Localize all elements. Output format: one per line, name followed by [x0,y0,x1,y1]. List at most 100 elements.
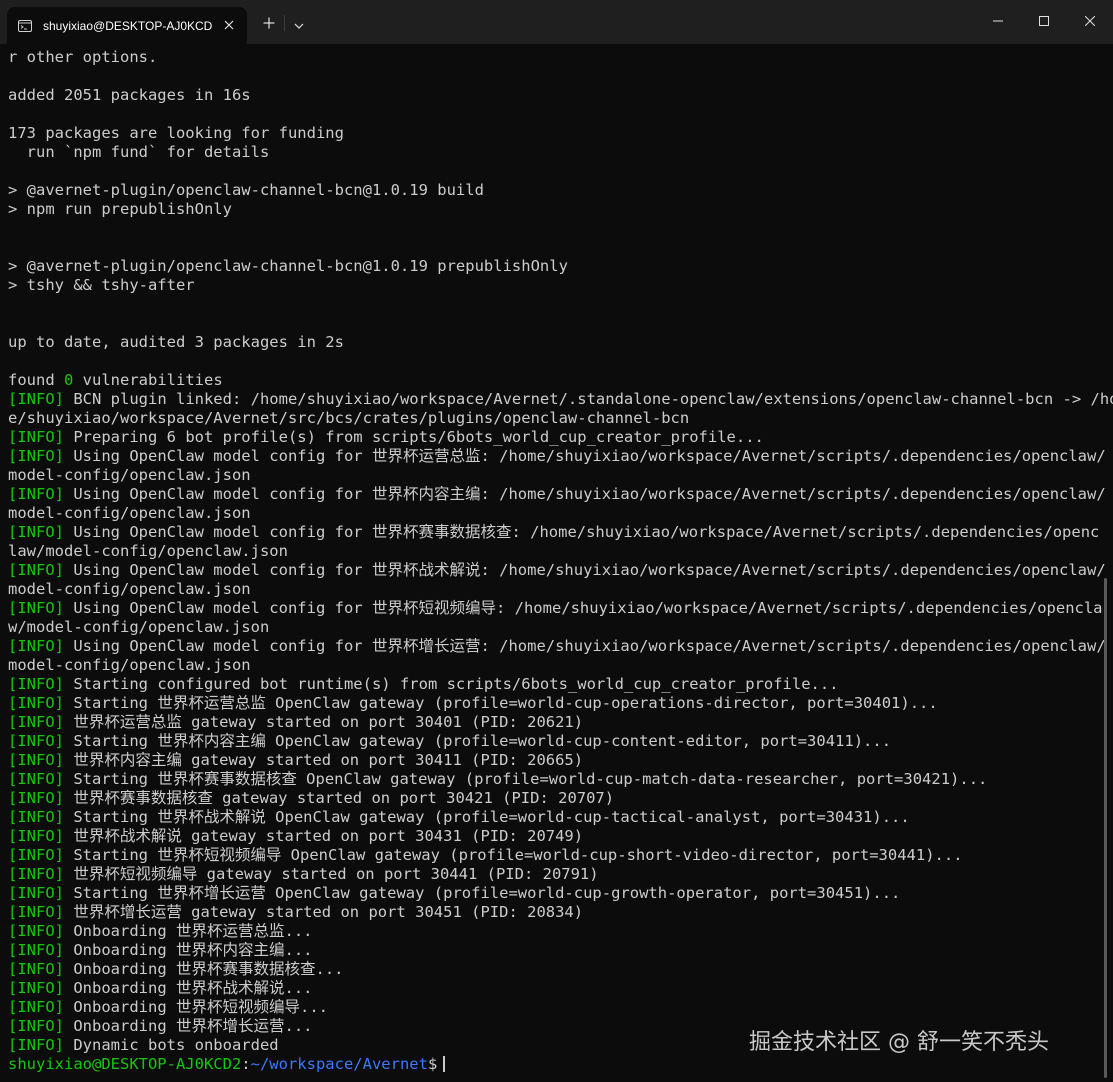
line-text: Using OpenClaw model config for 世界杯内容主编:… [64,485,1106,503]
terminal-line: model-config/openclaw.json [8,504,1113,523]
minimize-button[interactable] [975,0,1021,40]
new-tab-button[interactable] [258,12,280,34]
terminal-line: [INFO] Onboarding 世界杯短视频编导... [8,998,1113,1017]
line-text: 世界杯赛事数据核查 gateway started on port 30421 … [64,789,615,807]
line-text: Starting 世界杯增长运营 OpenClaw gateway (profi… [64,884,901,902]
line-text: Starting 世界杯内容主编 OpenClaw gateway (profi… [64,732,892,750]
terminal-line: [INFO] Starting 世界杯赛事数据核查 OpenClaw gatew… [8,770,1113,789]
line-text: run `npm fund` for details [8,143,270,161]
line-text: 世界杯内容主编 gateway started on port 30411 (P… [64,751,584,769]
log-level-tag: [INFO] [8,770,64,788]
terminal-line: r other options. [8,48,1113,67]
watermark: 掘金技术社区 @ 舒一笑不秃头 [749,1030,1049,1055]
log-level-tag: 0 [64,371,74,389]
line-text: law/model-config/openclaw.json [8,542,288,560]
line-text: found [8,371,64,389]
terminal-line: [INFO] Onboarding 世界杯赛事数据核查... [8,960,1113,979]
terminal-line: > @avernet-plugin/openclaw-channel-bcn@1… [8,257,1113,276]
terminal-line: [INFO] 世界杯增长运营 gateway started on port 3… [8,903,1113,922]
terminal-line: run `npm fund` for details [8,143,1113,162]
divider [284,15,285,31]
line-text: r other options. [8,48,158,66]
terminal-line: [INFO] Starting 世界杯运营总监 OpenClaw gateway… [8,694,1113,713]
line-text: Dynamic bots onboarded [64,1036,279,1054]
log-level-tag: [INFO] [8,941,64,959]
line-text: 世界杯增长运营 gateway started on port 30451 (P… [64,903,584,921]
log-level-tag: [INFO] [8,808,64,826]
line-text: Starting 世界杯战术解说 OpenClaw gateway (profi… [64,808,910,826]
log-level-tag: [INFO] [8,447,64,465]
line-text: Onboarding 世界杯内容主编... [64,941,313,959]
terminal-line: [INFO] BCN plugin linked: /home/shuyixia… [8,390,1113,409]
prompt-line[interactable]: shuyixiao@DESKTOP-AJ0KCD2:~/workspace/Av… [8,1055,1113,1074]
log-level-tag: [INFO] [8,1017,64,1035]
terminal-line: [INFO] 世界杯内容主编 gateway started on port 3… [8,751,1113,770]
line-text: Starting 世界杯运营总监 OpenClaw gateway (profi… [64,694,938,712]
terminal-line: 173 packages are looking for funding [8,124,1113,143]
line-text: Starting 世界杯短视频编导 OpenClaw gateway (prof… [64,846,963,864]
line-text: Onboarding 世界杯短视频编导... [64,998,328,1016]
log-level-tag: [INFO] [8,390,64,408]
terminal-line: model-config/openclaw.json [8,580,1113,599]
terminal-tab[interactable]: shuyixiao@DESKTOP-AJ0KCD2: ~ [7,7,247,44]
plus-icon [263,14,275,33]
scrollbar[interactable] [1104,578,1107,1078]
terminal-line: [INFO] Using OpenClaw model config for 世… [8,523,1113,542]
terminal-line: [INFO] Starting 世界杯内容主编 OpenClaw gateway… [8,732,1113,751]
line-text: > @avernet-plugin/openclaw-channel-bcn@1… [8,257,568,275]
line-text: Starting configured bot runtime(s) from … [64,675,839,693]
log-level-tag: [INFO] [8,903,64,921]
log-level-tag: [INFO] [8,599,64,617]
maximize-button[interactable] [1021,0,1067,40]
terminal-line: added 2051 packages in 16s [8,86,1113,105]
line-text: BCN plugin linked: /home/shuyixiao/works… [64,390,1113,408]
terminal-lines: r other options. added 2051 packages in 1… [8,48,1113,1055]
line-text: Onboarding 世界杯赛事数据核查... [64,960,344,978]
close-icon [1084,11,1096,30]
line-text: up to date, audited 3 packages in 2s [8,333,344,351]
terminal-line: [INFO] Using OpenClaw model config for 世… [8,637,1113,656]
chevron-down-icon [294,14,304,33]
log-level-tag: [INFO] [8,789,64,807]
log-level-tag: [INFO] [8,998,64,1016]
line-text: model-config/openclaw.json [8,504,251,522]
prompt-symbol: $ [427,1055,438,1073]
terminal-line: [INFO] 世界杯运营总监 gateway started on port 3… [8,713,1113,732]
prompt-user-host: shuyixiao@DESKTOP-AJ0KCD2 [8,1055,242,1073]
terminal-line: > npm run prepublishOnly [8,200,1113,219]
terminal-line: [INFO] 世界杯战术解说 gateway started on port 3… [8,827,1113,846]
terminal-line: found 0 vulnerabilities [8,371,1113,390]
terminal-line: [INFO] 世界杯短视频编导 gateway started on port … [8,865,1113,884]
terminal-line: [INFO] Starting 世界杯战术解说 OpenClaw gateway… [8,808,1113,827]
close-icon[interactable] [221,17,237,33]
text-cursor [443,1056,445,1072]
close-window-button[interactable] [1067,0,1113,40]
log-level-tag: [INFO] [8,827,64,845]
line-text: Using OpenClaw model config for 世界杯赛事数据核… [64,523,1100,541]
line-text: model-config/openclaw.json [8,656,251,674]
tab-title: shuyixiao@DESKTOP-AJ0KCD2: ~ [43,18,213,33]
terminal-line: [INFO] Using OpenClaw model config for 世… [8,485,1113,504]
terminal-line: [INFO] 世界杯赛事数据核查 gateway started on port… [8,789,1113,808]
terminal-line: [INFO] Onboarding 世界杯战术解说... [8,979,1113,998]
line-text: Using OpenClaw model config for 世界杯增长运营:… [64,637,1106,655]
line-text: vulnerabilities [73,371,223,389]
log-level-tag: [INFO] [8,865,64,883]
terminal-output[interactable]: r other options. added 2051 packages in 1… [0,48,1113,1082]
terminal-line: e/shuyixiao/workspace/Avernet/src/bcs/cr… [8,409,1113,428]
log-level-tag: [INFO] [8,713,64,731]
log-level-tag: [INFO] [8,732,64,750]
log-level-tag: [INFO] [8,485,64,503]
line-text: 世界杯运营总监 gateway started on port 30401 (P… [64,713,584,731]
line-text: Using OpenClaw model config for 世界杯短视频编导… [64,599,1103,617]
terminal-line: up to date, audited 3 packages in 2s [8,333,1113,352]
title-bar: shuyixiao@DESKTOP-AJ0KCD2: ~ [0,0,1113,44]
log-level-tag: [INFO] [8,523,64,541]
tab-dropdown-button[interactable] [288,12,310,34]
